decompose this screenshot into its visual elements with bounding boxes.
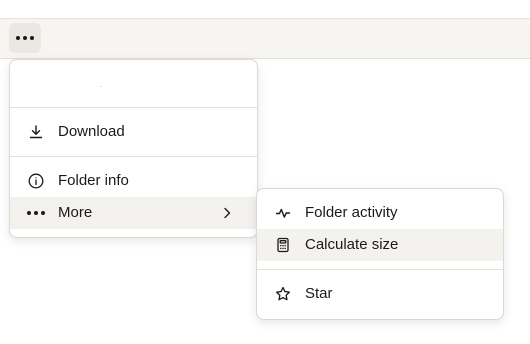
menu-divider (10, 156, 257, 157)
menu-item-label: Folder info (58, 172, 129, 189)
toolbar (0, 19, 530, 59)
submenu-item-star[interactable]: Star (257, 278, 503, 310)
more-actions-button[interactable] (9, 23, 41, 53)
more-submenu: Folder activity Calculate size Star (256, 188, 504, 320)
submenu-item-label: Star (305, 285, 333, 302)
chevron-right-icon (219, 205, 235, 221)
more-horizontal-icon (16, 36, 34, 40)
submenu-item-label: Calculate size (305, 236, 399, 253)
more-horizontal-icon (27, 205, 45, 221)
menu-item-folder-info[interactable]: Folder info (10, 165, 257, 197)
actions-menu: Download Folder info More (9, 59, 258, 238)
menu-item-more[interactable]: More (10, 197, 257, 229)
download-icon (28, 124, 44, 140)
top-strip (0, 0, 530, 19)
submenu-item-folder-activity[interactable]: Folder activity (257, 197, 503, 229)
menu-divider (10, 107, 257, 108)
info-icon (28, 173, 44, 189)
menu-item-download[interactable]: Download (10, 116, 257, 148)
menu-item-label: More (58, 204, 93, 221)
calculator-icon (275, 237, 291, 253)
menu-header-placeholder (10, 60, 257, 108)
activity-icon (275, 205, 291, 221)
submenu-divider (257, 269, 503, 270)
submenu-item-label: Folder activity (305, 204, 398, 221)
submenu-item-calculate-size[interactable]: Calculate size (257, 229, 503, 261)
star-icon (275, 286, 291, 302)
menu-item-label: Download (58, 123, 125, 140)
